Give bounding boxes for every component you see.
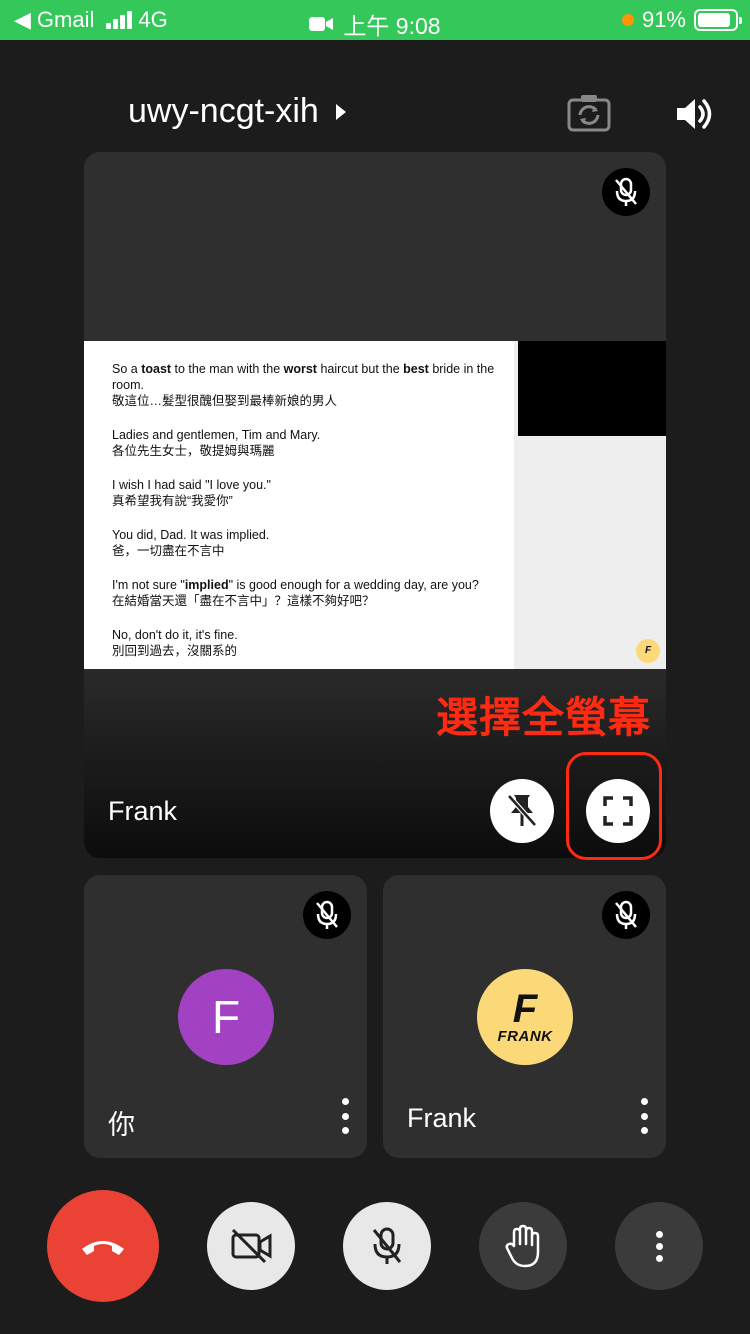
subtitle-en: Ladies and gentlemen, Tim and Mary. [112, 428, 321, 442]
logo-letter: F [512, 986, 538, 1031]
participant-name: Frank [407, 1103, 477, 1133]
meeting-code-button[interactable]: uwy-ncgt-xih [128, 92, 347, 131]
switch-camera-icon[interactable] [566, 92, 611, 136]
shared-screen: So a toast to the man with the worst hai… [84, 341, 666, 669]
mic-off-icon [602, 891, 650, 939]
subtitle-line: So a toast to the man with the worst hai… [112, 361, 514, 409]
mic-off-icon [602, 168, 650, 216]
subtitle-zh: 敬這位…髮型很醜但娶到最棒新娘的男人 [112, 394, 338, 408]
more-vert-icon [655, 1230, 663, 1262]
subtitle-line: I'm not sure "implied" is good enough fo… [112, 577, 514, 609]
subtitle-line: Ladies and gentlemen, Tim and Mary. 各位先生女… [112, 427, 514, 459]
recording-dot-icon [621, 14, 634, 26]
subtitle-line: I wish I had said "I love you." 真希望我有說“我愛… [112, 477, 514, 509]
subtitle-en: So a toast to the man with the worst hai… [112, 362, 495, 392]
status-bar: ◀ Gmail 4G 上午 9:08 91% [0, 0, 750, 40]
hang-up-icon [82, 1241, 124, 1255]
unpin-icon [507, 794, 537, 827]
subtitle-zh: 在結婚當天還「盡在不言中」？這樣不夠好吧？ [112, 594, 375, 608]
frank-logo-avatar: F FRANK [477, 969, 573, 1065]
end-call-button[interactable] [47, 1190, 159, 1302]
more-options-icon[interactable] [337, 1098, 353, 1134]
more-options-icon[interactable] [636, 1098, 652, 1134]
more-options-button[interactable] [615, 1202, 703, 1290]
clock: 上午 9:08 [343, 13, 441, 39]
side-video [518, 341, 666, 436]
annotation-highlight [566, 752, 662, 860]
speaker-icon[interactable] [672, 92, 716, 136]
avatar: F [178, 969, 274, 1065]
side-panel: F [514, 341, 666, 669]
annotation-label: 選擇全螢幕 [436, 694, 652, 741]
mic-off-icon [372, 1227, 402, 1264]
battery-icon [694, 9, 742, 31]
subtitle-en: No, don't do it, it's fine. [112, 628, 238, 642]
raise-hand-icon [505, 1224, 540, 1268]
subtitle-zh: 各位先生女士，敬提姆與瑪麗 [112, 444, 275, 458]
participant-name: 你 [108, 1110, 135, 1140]
subtitle-text: So a toast to the man with the worst hai… [84, 341, 514, 669]
mic-toggle-button[interactable] [343, 1202, 431, 1290]
subtitle-zh: 別回到過去，沒關系的 [112, 644, 238, 658]
participant-tile[interactable]: F FRANK Frank [383, 875, 666, 1158]
subtitle-zh: 爸，一切盡在不言中 [112, 544, 225, 558]
chevron-right-icon [335, 103, 346, 120]
video-camera-icon [309, 17, 334, 31]
mic-off-icon [303, 891, 351, 939]
logo-text: FRANK [497, 1027, 553, 1045]
camera-toggle-button[interactable] [207, 1202, 295, 1290]
battery-percent: 91% [641, 7, 686, 32]
subtitle-en: I'm not sure "implied" is good enough fo… [112, 578, 479, 592]
camera-off-icon [231, 1228, 272, 1264]
subtitle-en: You did, Dad. It was implied. [112, 528, 270, 542]
subtitle-en: I wish I had said "I love you." [112, 478, 271, 492]
frank-logo-icon: F [636, 639, 660, 663]
subtitle-line: No, don't do it, it's fine. 別回到過去，沒關系的 [112, 627, 514, 659]
raise-hand-button[interactable] [479, 1202, 567, 1290]
meeting-code: uwy-ncgt-xih [128, 92, 319, 130]
subtitle-zh: 真希望我有說“我愛你” [112, 494, 233, 508]
self-tile[interactable]: F 你 [84, 875, 367, 1158]
presenter-name: Frank [108, 796, 178, 826]
subtitle-line: You did, Dad. It was implied. 爸，一切盡在不言中 [112, 527, 514, 559]
unpin-button[interactable] [490, 779, 554, 843]
